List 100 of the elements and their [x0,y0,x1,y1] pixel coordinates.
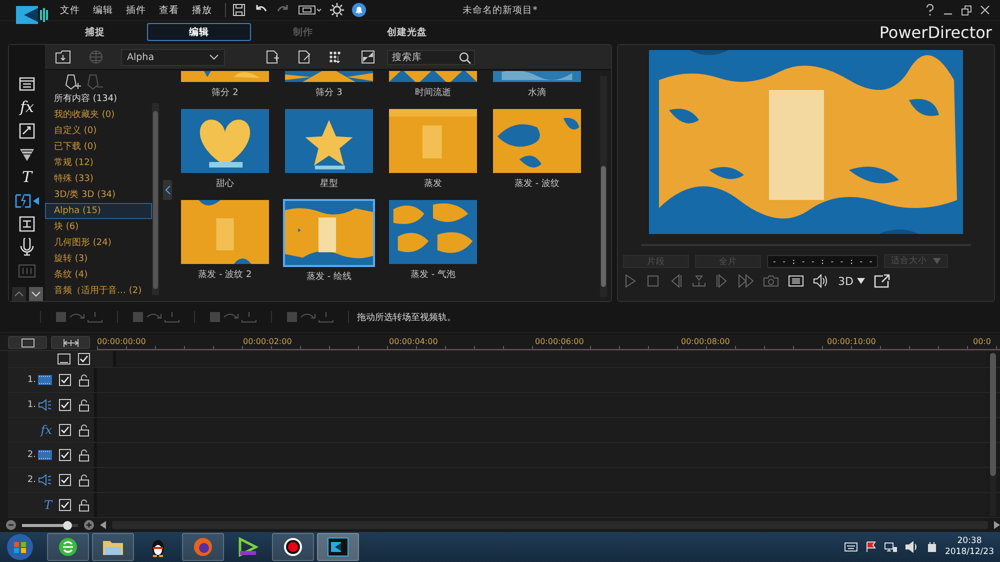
transition-label: 蒸发 [424,178,442,190]
collapse-button[interactable] [163,180,172,200]
track-checkbox[interactable] [59,449,71,462]
picture-in-picture-icon[interactable] [19,122,35,139]
app-logo-icon [16,4,50,26]
zoom-in-icon[interactable] [84,520,94,530]
lock-icon[interactable] [78,498,90,512]
taskbar-app[interactable] [47,533,89,561]
sidebar-tab[interactable]: T [22,168,32,186]
fox-browser-icon [193,537,213,557]
window-title: 未命名的新项目* [462,4,538,16]
fullscreen-icon[interactable] [361,50,375,64]
lock-icon[interactable] [78,374,90,387]
lock-icon[interactable] [78,474,90,487]
flag-icon[interactable] [865,541,877,553]
category-item[interactable]: 条纹 (4) [45,267,152,283]
subtitles-icon[interactable] [788,274,804,288]
track-manager-button[interactable] [8,336,47,350]
subtitle-icon[interactable] [19,216,35,232]
power-icon[interactable] [926,541,938,553]
menu-item[interactable]: 编辑 [93,4,113,16]
transition-icon[interactable] [15,192,39,209]
category-item[interactable]: 特殊 (33) [45,171,152,187]
apply-transition-icon[interactable] [55,309,103,325]
sort-grid-icon[interactable] [329,50,343,64]
settings-icon[interactable] [330,3,344,17]
time-label: 00:00:08:00 [681,337,730,346]
network-icon[interactable] [884,541,898,553]
menu-item[interactable]: 文件 [60,4,80,16]
scroll-up-button[interactable] [12,286,26,301]
menu-item[interactable]: 播放 [192,4,212,16]
apply-transition-icon[interactable] [209,309,257,325]
category-item[interactable]: 我的收藏夹 (0) [45,107,152,123]
track-checkbox[interactable] [78,353,90,366]
category-item[interactable]: 3D/类 3D (34) [45,187,152,203]
search-icon[interactable] [459,52,471,64]
time-ruler[interactable]: 00:00:00:00 00:00:02:00 00:00:04:00 00:00:06:00 00:00:08:00 00:00:10:00 00:0 [97,335,1000,350]
play-logo-icon [237,537,259,557]
category-item[interactable]: 常规 (12) [45,155,152,171]
search-field[interactable]: 搜索库 [387,50,475,64]
close-icon[interactable] [980,5,990,15]
media-icon[interactable] [19,76,35,92]
film-icon [38,375,52,386]
scroll-left-icon[interactable] [100,521,106,530]
chapter-icon[interactable] [18,264,36,278]
scroll-down-button[interactable] [28,286,42,301]
taskbar-app[interactable] [317,533,359,561]
menu-item[interactable]: 查看 [159,4,179,16]
volume-icon[interactable] [905,541,919,553]
category-item[interactable]: 旋转 (3) [45,251,152,267]
category-item[interactable]: Alpha (15) [45,203,152,219]
mode-tab[interactable]: 捕捉 [43,23,147,41]
scroll-right-icon[interactable] [994,521,1000,530]
menu-item[interactable]: 插件 [126,4,146,16]
scrollbar[interactable] [152,103,159,295]
help-icon[interactable] [925,4,935,16]
start-button[interactable] [6,533,34,561]
lock-icon[interactable] [78,448,90,462]
scrollbar[interactable] [600,76,607,297]
caret-icon [933,258,942,264]
mode-tab[interactable]: 编辑 [147,23,251,41]
import-icon[interactable] [55,50,71,64]
track-checkbox[interactable] [59,474,71,486]
category-item[interactable]: 已下载 (0) [45,139,152,155]
zoom-out-icon[interactable] [6,520,16,530]
track-checkbox[interactable] [59,424,71,436]
microphone-icon[interactable] [19,238,35,256]
keyboard-icon[interactable] [844,542,858,552]
sidebar-tab[interactable]: fx [20,98,34,116]
category-item[interactable]: 自定义 (0) [45,123,152,139]
scrollbar[interactable] [990,353,996,476]
folder-icon [102,538,124,556]
zoom-slider[interactable] [22,524,78,527]
volume-icon[interactable] [813,274,829,288]
category-item[interactable]: 音频（适用于音… (2) [45,283,152,299]
restore-icon[interactable] [961,4,972,16]
category-item[interactable]: 所有内容 (134) [45,91,152,107]
aspect-ratio-icon[interactable] [298,4,322,16]
notification-icon[interactable] [352,3,366,17]
save-icon[interactable] [232,3,246,17]
category-item[interactable]: 块 (6) [45,219,152,235]
add-file-icon[interactable] [265,50,279,64]
add-tag-icon[interactable] [63,73,81,91]
track-checkbox[interactable] [59,399,71,412]
particle-icon[interactable] [19,146,35,162]
track-checkbox[interactable] [59,499,71,512]
fit-timeline-button[interactable] [51,336,90,350]
edit-file-icon[interactable] [297,50,311,64]
taskbar-app[interactable] [272,533,314,561]
category-dropdown[interactable]: Alpha [121,48,225,66]
lock-icon[interactable] [78,398,90,412]
lock-icon[interactable] [78,424,90,437]
3d-mode-dropdown[interactable]: 3D [838,274,866,288]
category-item[interactable]: 几何图形 (24) [45,235,152,251]
pop-out-icon[interactable] [874,274,890,288]
apply-transition-icon[interactable] [132,309,180,325]
apply-transition-icon[interactable] [286,309,334,325]
taskbar-app[interactable] [92,533,134,561]
track-checkbox[interactable] [59,374,71,386]
mode-tab[interactable]: 创建光盘 [355,23,459,41]
